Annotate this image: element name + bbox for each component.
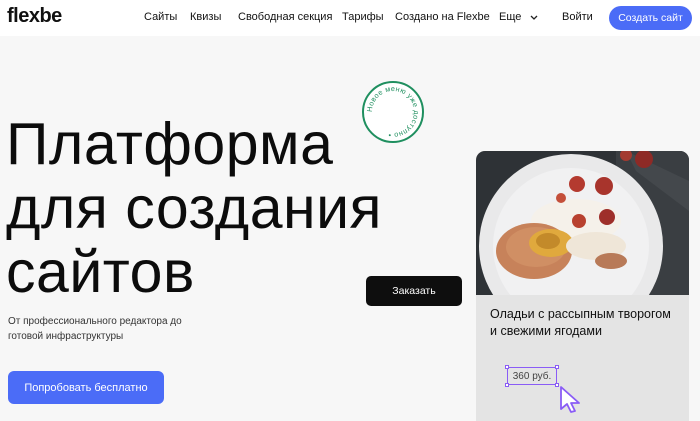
nav-item-made-with-flexbe[interactable]: Создано на Flexbe	[395, 11, 490, 23]
resize-handle[interactable]	[505, 365, 509, 369]
hero-subtitle: От профессионального редактора до готово…	[8, 316, 182, 342]
price-value: 360 руб.	[512, 370, 552, 382]
new-menu-badge[interactable]: Новое меню уже доступно •	[361, 80, 425, 144]
nav-item-free-section[interactable]: Свободная секция	[238, 11, 332, 23]
resize-handle[interactable]	[555, 365, 559, 369]
pointer-cursor-icon	[560, 386, 580, 413]
price-tag[interactable]: 360 руб.	[505, 365, 559, 387]
main-nav: Сайты Квизы Свободная секция Тарифы Созд…	[0, 0, 700, 36]
site-header: flexbe Сайты Квизы Свободная секция Тари…	[0, 0, 700, 36]
product-card[interactable]: Оладьи с рассыпным творогом и свежими яг…	[476, 151, 689, 421]
hero-title-line: сайтов	[6, 239, 195, 305]
page: flexbe Сайты Квизы Свободная секция Тари…	[0, 0, 700, 421]
order-button[interactable]: Заказать	[366, 276, 462, 306]
try-free-button[interactable]: Попробовать бесплатно	[8, 371, 164, 404]
hero-title-line: для создания	[6, 175, 382, 241]
create-site-button[interactable]: Создать сайт	[609, 6, 692, 30]
resize-handle[interactable]	[505, 383, 509, 387]
nav-item-more[interactable]: Еще	[499, 11, 538, 23]
nav-item-sites[interactable]: Сайты	[144, 11, 177, 23]
nav-item-more-label: Еще	[499, 11, 522, 23]
login-link[interactable]: Войти	[562, 11, 593, 23]
nav-item-quizzes[interactable]: Квизы	[190, 11, 221, 23]
product-title: Оладьи с рассыпным творогом и свежими яг…	[490, 307, 671, 338]
chevron-down-icon	[530, 15, 538, 20]
pancakes-photo	[476, 151, 689, 295]
nav-item-pricing[interactable]: Тарифы	[342, 11, 384, 23]
